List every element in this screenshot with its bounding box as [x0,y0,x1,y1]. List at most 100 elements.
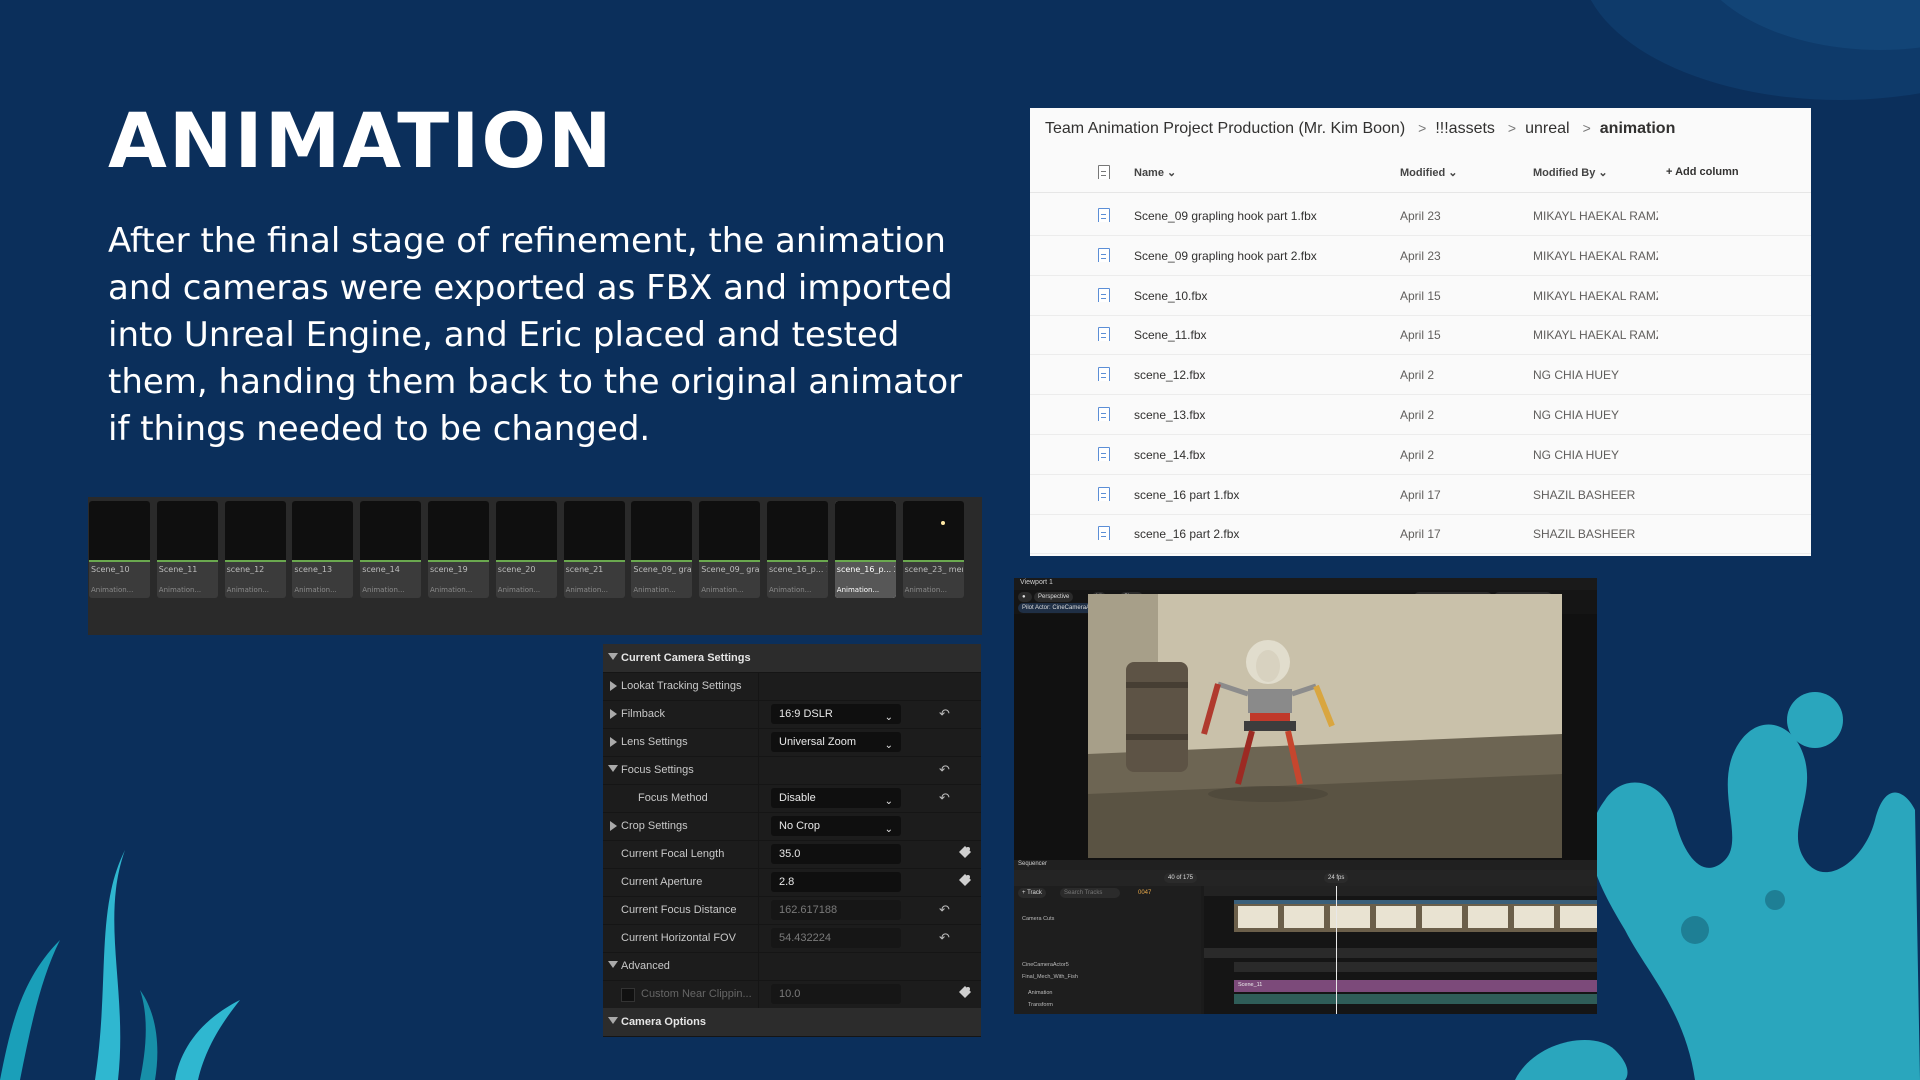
asset-type: Animation... [294,586,337,594]
asset-thumbnail[interactable]: scene_20 Animation... [495,501,557,598]
add-column-button[interactable]: + Add column [1666,166,1739,178]
property-value-field[interactable]: 2.8 [771,872,901,892]
file-row[interactable]: Scene_10.fbx April 15 MIKAYL HAEKAL RAMZ [1030,276,1811,316]
expand-arrow-icon[interactable] [610,737,617,747]
property-row[interactable]: Filmback 16:9 DSLR ⌄ ↶ [603,700,981,729]
column-header-modified-by[interactable]: Modified By ⌄ [1533,166,1658,179]
reset-to-default-icon[interactable]: ↶ [939,902,950,918]
property-row[interactable]: Camera Options [603,1008,981,1037]
asset-label: scene_23_ merlo Animation... [903,562,964,598]
file-name[interactable]: scene_12.fbx [1134,368,1379,382]
search-tracks-input[interactable]: Search Tracks [1060,888,1120,898]
expand-arrow-icon[interactable] [610,821,617,831]
file-name[interactable]: scene_16 part 1.fbx [1134,488,1379,502]
breadcrumb-item[interactable]: !!!assets [1435,120,1495,137]
asset-thumbnail[interactable]: Scene_09_ grapling_h... 1 Animation... [699,501,761,598]
file-row[interactable]: scene_13.fbx April 2 NG CHIA HUEY [1030,395,1811,435]
add-track-button[interactable]: + Track [1018,888,1046,898]
property-row[interactable]: Current Camera Settings [603,644,981,673]
file-name[interactable]: Scene_09 grapling hook part 2.fbx [1134,249,1379,263]
file-row[interactable]: scene_16 part 2.fbx April 17 SHAZIL BASHEE… [1030,514,1811,555]
asset-thumbnail[interactable]: scene_12 Animation... [224,501,286,598]
perspective-button[interactable]: Perspective [1034,592,1074,602]
property-value-field[interactable]: 162.617188 [771,900,901,920]
asset-thumbnail[interactable]: scene_13 Animation... [292,501,354,598]
add-keyframe-icon[interactable] [959,846,971,858]
asset-thumbnail[interactable]: scene_19 Animation... [428,501,489,598]
property-row[interactable]: Focus Settings ↶ [603,756,981,785]
viewport-options-icon[interactable]: ● [1018,592,1032,602]
file-row[interactable]: Scene_09 grapling hook part 1.fbx April 2… [1030,196,1811,236]
asset-thumbnail[interactable]: Scene_11 Animation... [156,501,218,598]
outliner-track[interactable]: Transform [1028,1002,1053,1014]
file-name[interactable]: scene_16 part 2.fbx [1134,527,1379,541]
asset-thumbnail[interactable]: scene_14 Animation... [360,501,422,598]
file-row[interactable]: scene_14.fbx April 2 NG CHIA HUEY [1030,435,1811,475]
collapse-arrow-icon[interactable] [608,1017,618,1024]
collapse-arrow-icon[interactable] [608,653,618,660]
asset-thumbnail[interactable]: scene_16_p... 2 Animation... [834,501,896,598]
collapse-arrow-icon[interactable] [608,961,618,968]
file-name[interactable]: Scene_10.fbx [1134,289,1379,303]
reset-to-default-icon[interactable]: ↶ [939,706,950,722]
collapse-arrow-icon[interactable] [608,765,618,772]
reset-to-default-icon[interactable]: ↶ [939,930,950,946]
property-row[interactable]: Lookat Tracking Settings [603,672,981,701]
asset-thumbnail[interactable]: scene_21 Animation... [563,501,625,598]
file-name[interactable]: scene_14.fbx [1134,448,1379,462]
property-dropdown[interactable]: Disable ⌄ [771,788,901,808]
property-row[interactable]: Lens Settings Universal Zoom ⌄ [603,728,981,757]
outliner-track[interactable]: Animation [1028,990,1052,1002]
add-keyframe-icon[interactable] [959,874,971,886]
column-header-modified[interactable]: Modified ⌄ [1400,166,1490,179]
property-row[interactable]: Crop Settings No Crop ⌄ [603,812,981,841]
property-row[interactable]: Advanced [603,952,981,981]
property-value-field[interactable]: 35.0 [771,844,901,864]
reset-to-default-icon[interactable]: ↶ [939,762,950,778]
file-row[interactable]: Scene_11.fbx April 15 MIKAYL HAEKAL RAMZ [1030,315,1811,356]
asset-type: Animation... [226,586,269,594]
asset-preview [834,501,896,560]
fps-selector[interactable]: 24 fps [1324,873,1349,883]
expand-arrow-icon[interactable] [610,709,617,719]
property-dropdown[interactable]: Universal Zoom ⌄ [771,732,901,752]
breadcrumb-item[interactable]: animation [1600,120,1676,137]
sequencer-timeline[interactable]: Scene_11 [1204,886,1597,1014]
property-value-field[interactable]: 54.432224 [771,928,901,948]
add-keyframe-icon[interactable] [959,986,971,998]
file-name[interactable]: Scene_09 grapling hook part 1.fbx [1134,209,1379,223]
file-modified-by: NG CHIA HUEY [1533,368,1620,383]
outliner-track[interactable]: Camera Cuts [1022,916,1054,928]
file-row[interactable]: scene_16 part 1.fbx April 17 SHAZIL BASHEE… [1030,475,1811,515]
slide-body-text: After the final stage of refinement, the… [108,221,963,449]
file-name[interactable]: Scene_11.fbx [1134,328,1379,342]
breadcrumb-item[interactable]: unreal [1525,120,1569,137]
timeline-playhead[interactable] [1336,886,1337,1014]
asset-thumbnail[interactable]: Scene_10 Animation... [89,501,150,598]
sequencer-tab[interactable]: Sequencer [1014,860,1597,870]
property-dropdown[interactable]: 16:9 DSLR ⌄ [771,704,901,724]
file-row[interactable]: Scene_09 grapling hook part 2.fbx April 2… [1030,236,1811,276]
expand-arrow-icon[interactable] [610,681,617,691]
reset-to-default-icon[interactable]: ↶ [939,790,950,806]
property-checkbox[interactable] [621,988,635,1002]
file-name[interactable]: scene_13.fbx [1134,408,1379,422]
asset-thumbnail[interactable]: scene_16_p... 1 Animation... [767,501,828,598]
property-dropdown[interactable]: No Crop ⌄ [771,816,901,836]
outliner-track[interactable]: CineCameraActor5 [1022,962,1069,974]
breadcrumb-item[interactable]: Team Animation Project Production (Mr. K… [1045,120,1405,137]
file-modified-by: MIKAYL HAEKAL RAMZ [1533,288,1658,303]
file-row[interactable]: scene_12.fbx April 2 NG CHIA HUEY [1030,355,1811,396]
asset-type: Animation... [362,586,405,594]
asset-name: scene_20 [497,565,536,574]
column-divider [758,924,759,952]
viewport-tab[interactable]: Viewport 1 [1014,578,1597,590]
sequencer-panel: Sequencer 40 of 175 24 fps + Track Searc… [1014,860,1597,1014]
asset-thumbnail[interactable]: Scene_09_ grapling_h... Animation... [631,501,693,598]
column-header-name[interactable]: Name ⌄ [1134,166,1379,179]
asset-thumbnail[interactable]: scene_23_ merlo Animation... [902,501,964,598]
property-value-field[interactable]: 10.0 [771,984,901,1004]
asset-preview [156,501,218,560]
unreal-editor-capture: Viewport 1 ● Perspective Lit Show Pilot … [1014,578,1597,1014]
outliner-track[interactable]: Final_Mech_With_Fish [1022,974,1078,986]
